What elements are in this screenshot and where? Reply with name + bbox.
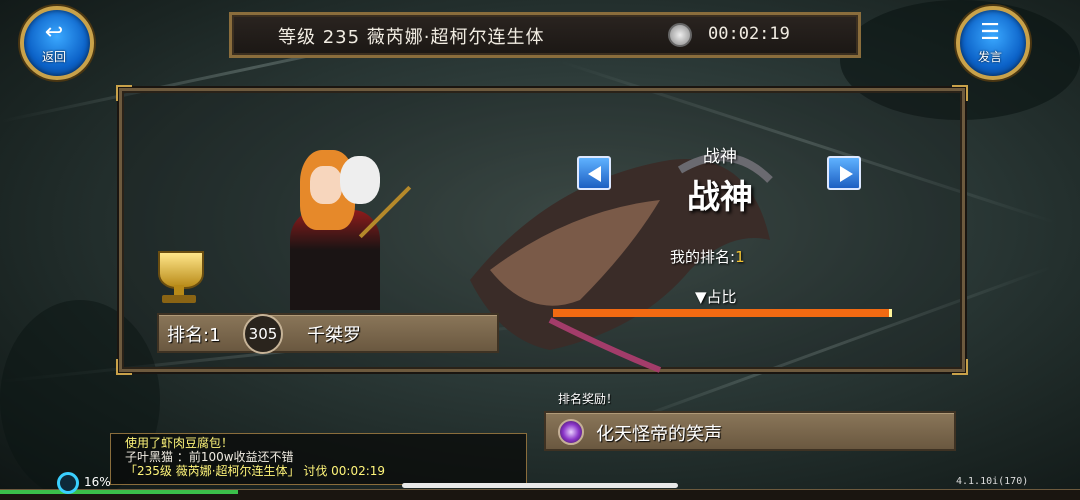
back-arrow-icon: ↩ [44, 20, 64, 45]
share-bar-marker [889, 309, 892, 317]
top-rank-plate[interactable]: 排名:1 305 千桀罗 [157, 313, 499, 354]
chat-line: 子叶黑猫 ：前100w收益还不错 [125, 450, 294, 464]
chat-log[interactable]: 使用了虾肉豆腐包！ 子叶黑猫 ：前100w收益还不错 「235级 薇芮娜·超柯尔… [110, 433, 527, 485]
progress-percent: 16% [84, 475, 111, 489]
prev-category-button[interactable] [577, 156, 611, 190]
player-character [280, 140, 430, 310]
progress-bar-fill [0, 490, 239, 494]
boss-title-bar: 等级 235 薇芮娜·超柯尔连生体 00:02:19 [229, 12, 861, 58]
back-label: 返回 [41, 50, 66, 64]
left-arrow-icon [588, 166, 601, 182]
version-label: 4.1.10i(170) [956, 476, 1029, 487]
my-rank: 我的排名:1 [670, 246, 745, 267]
reward-title: 排名奖励！ [558, 392, 619, 406]
stopwatch-icon [668, 23, 692, 47]
boss-title: 等级 235 薇芮娜·超柯尔连生体 [278, 27, 545, 48]
player-level-badge: 305 [243, 314, 283, 354]
share-bar-fill [553, 309, 892, 317]
player-name: 千桀罗 [307, 325, 361, 346]
home-indicator[interactable] [402, 483, 678, 488]
reward-plate[interactable]: 化天怪帝的笑声 [544, 411, 956, 451]
back-button[interactable]: ↩ 返回 [16, 4, 94, 80]
right-arrow-icon [840, 166, 853, 182]
my-rank-value: 1 [735, 248, 745, 266]
battle-timer: 00:02:19 [708, 24, 790, 44]
share-bar [553, 309, 892, 317]
trophy-icon [150, 247, 208, 305]
category-title: 战神 [687, 177, 753, 216]
chat-line: 「235级 薇芮娜·超柯尔连生体」 讨伐 00:02:19 [125, 464, 386, 478]
reward-name: 化天怪帝的笑声 [596, 424, 722, 445]
chat-label: 发言 [977, 50, 1002, 64]
chat-button[interactable]: ☰ 发言 [952, 4, 1030, 80]
category-subtitle: 战神 [703, 147, 737, 167]
speech-bubble-icon: ☰ [980, 20, 1000, 45]
share-label: ▼占比 [695, 288, 737, 306]
purple-orb-icon [558, 419, 584, 445]
my-rank-label: 我的排名: [670, 248, 736, 266]
chat-line: 使用了虾肉豆腐包！ [125, 436, 234, 450]
rank-label: 排名:1 [167, 325, 221, 346]
progress-ring-icon [57, 472, 79, 494]
next-category-button[interactable] [827, 156, 861, 190]
